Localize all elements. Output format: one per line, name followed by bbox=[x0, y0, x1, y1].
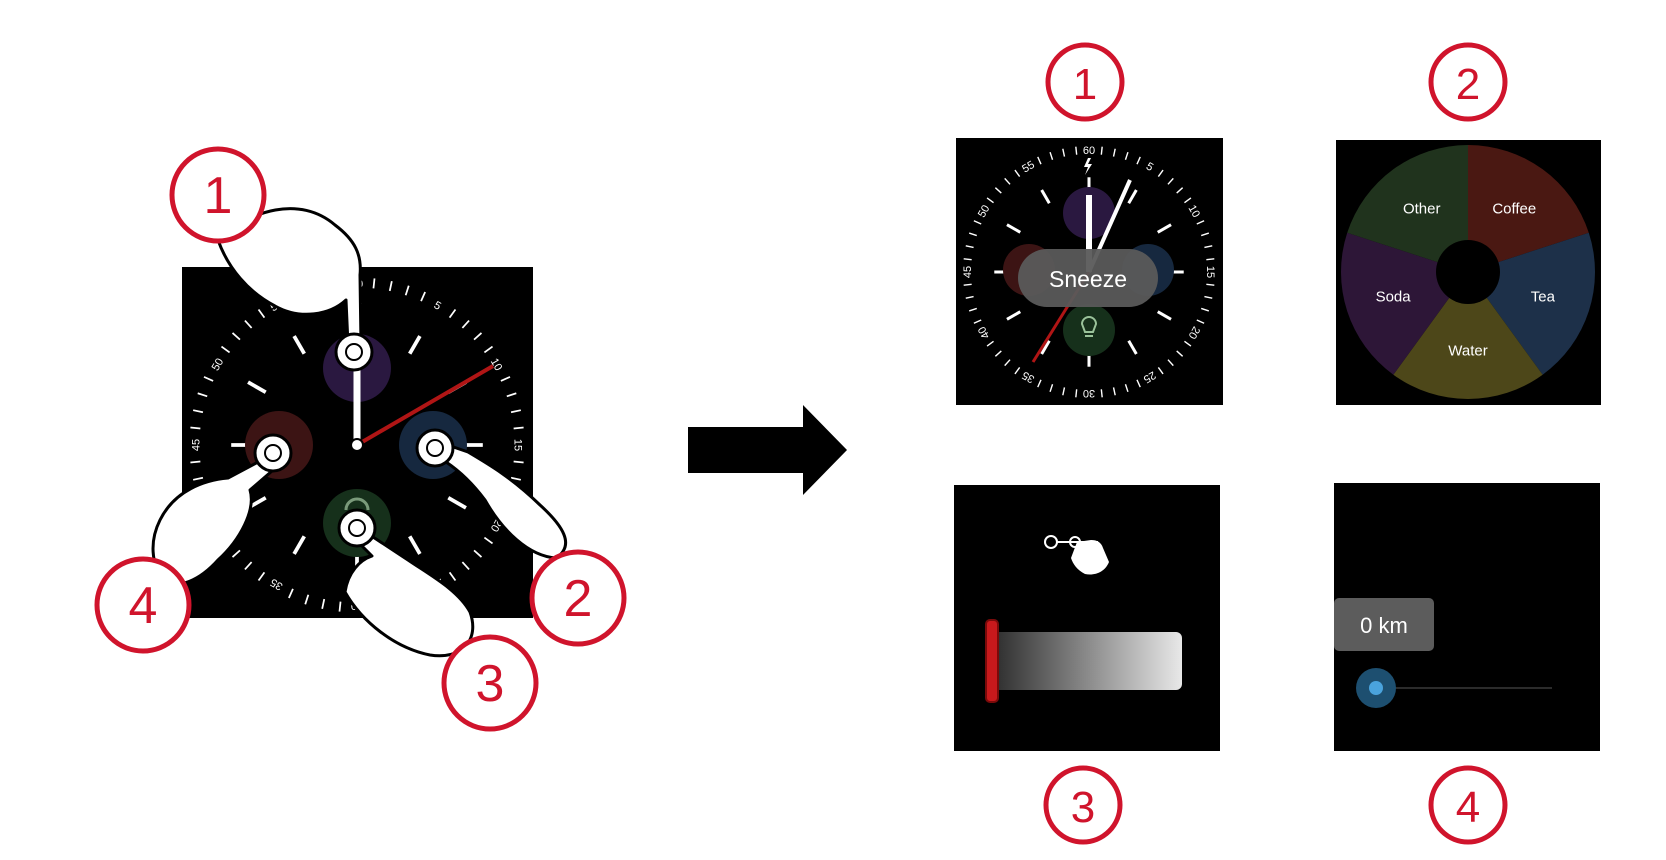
panel-2-watch: Coffee Tea Water Soda Other bbox=[1336, 140, 1601, 405]
svg-text:4: 4 bbox=[1456, 783, 1480, 832]
sneeze-toast-label: Sneeze bbox=[1049, 266, 1127, 292]
dial-numeral: 15 bbox=[1204, 266, 1216, 278]
callout-4-left: 4 bbox=[94, 556, 192, 654]
svg-text:1: 1 bbox=[1073, 60, 1097, 109]
right-arrow bbox=[688, 405, 847, 495]
panel-3-screen bbox=[954, 485, 1220, 751]
pie-label-other: Other bbox=[1403, 200, 1441, 217]
minute-tick bbox=[1100, 389, 1103, 398]
minute-tick bbox=[372, 278, 376, 289]
svg-text:3: 3 bbox=[476, 655, 505, 713]
panel-1-watch: 60510152025303540455055 Sneeze bbox=[956, 138, 1223, 405]
pie-label-coffee: Coffee bbox=[1492, 200, 1536, 217]
callout-2-top: 2 bbox=[1428, 42, 1508, 122]
callout-4-bottom: 4 bbox=[1428, 765, 1508, 845]
hand-pivot bbox=[350, 438, 364, 452]
dial-numeral: 45 bbox=[191, 439, 203, 451]
dial-numeral: 30 bbox=[1083, 387, 1095, 399]
minute-tick bbox=[1206, 258, 1215, 261]
pie-label-soda: Soda bbox=[1376, 288, 1412, 305]
svg-text:4: 4 bbox=[129, 577, 158, 635]
minute-tick bbox=[513, 426, 524, 430]
svg-text:2: 2 bbox=[1456, 60, 1480, 109]
callout-3-left: 3 bbox=[441, 634, 539, 732]
minute-tick bbox=[338, 601, 342, 612]
minute-tick bbox=[963, 283, 972, 286]
pie-label-water: Water bbox=[1448, 343, 1487, 360]
minute-tick bbox=[1075, 146, 1078, 155]
minute-tick bbox=[963, 258, 972, 261]
minute-tick bbox=[1075, 389, 1078, 398]
callout-1-left: 1 bbox=[169, 146, 267, 244]
panel-4-watch: 0 km bbox=[1334, 483, 1600, 751]
dial-numeral: 15 bbox=[512, 439, 524, 451]
swipe-bar-handle[interactable] bbox=[985, 619, 999, 703]
minute-tick bbox=[190, 460, 201, 464]
distance-value-label: 0 km bbox=[1360, 613, 1408, 638]
pie-center-hole bbox=[1436, 240, 1500, 304]
minute-tick bbox=[1100, 146, 1103, 155]
slider-knob[interactable] bbox=[1369, 681, 1383, 695]
svg-text:1: 1 bbox=[204, 167, 233, 225]
p1-bottom-complication bbox=[1063, 304, 1115, 356]
swipe-bar-track[interactable] bbox=[990, 632, 1182, 690]
svg-text:3: 3 bbox=[1071, 783, 1095, 832]
minute-tick bbox=[513, 460, 524, 464]
callout-3-bottom: 3 bbox=[1043, 765, 1123, 845]
callout-2-left: 2 bbox=[529, 549, 627, 647]
svg-text:2: 2 bbox=[564, 570, 593, 628]
dial-numeral: 45 bbox=[962, 266, 974, 278]
minute-tick bbox=[190, 426, 201, 430]
minute-tick bbox=[1206, 283, 1215, 286]
dial-numeral: 60 bbox=[1083, 145, 1095, 157]
pie-label-tea: Tea bbox=[1531, 288, 1556, 305]
callout-1-top: 1 bbox=[1045, 42, 1125, 122]
diagram-canvas: 60510152025303540455055 1 2 bbox=[94, 42, 1601, 845]
panel-3-watch bbox=[954, 485, 1220, 751]
